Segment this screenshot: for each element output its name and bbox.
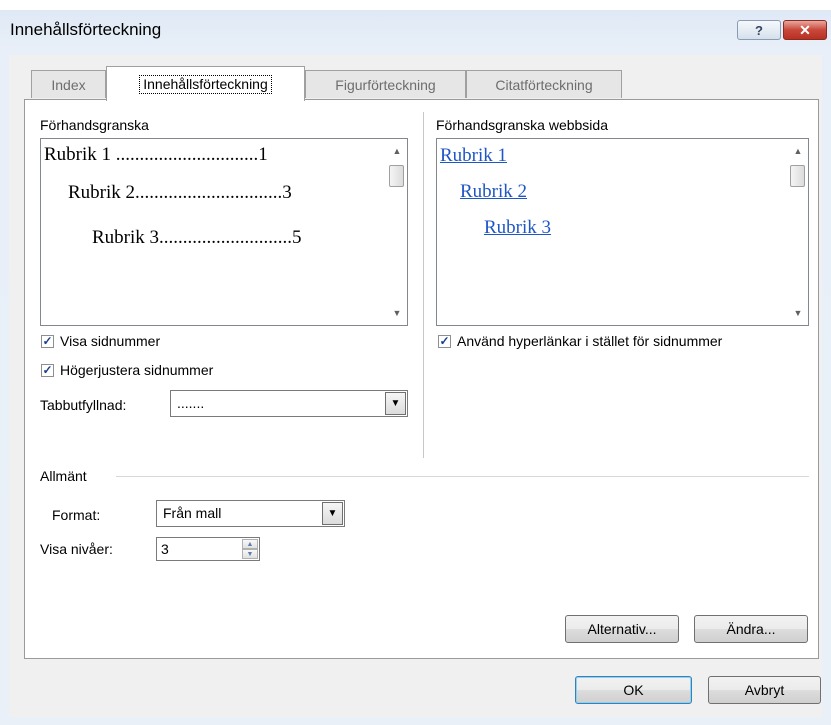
scroll-thumb[interactable] xyxy=(389,165,404,187)
options-button[interactable]: Alternativ... xyxy=(565,615,679,643)
format-label: Format: xyxy=(52,507,101,523)
cancel-button-label: Avbryt xyxy=(744,682,785,698)
tab-leader-select[interactable]: ....... ▼ xyxy=(170,390,408,417)
chevron-down-icon[interactable]: ▼ xyxy=(385,392,406,415)
dialog-title: Innehållsförteckning xyxy=(10,20,162,39)
modify-button[interactable]: Ändra... xyxy=(694,615,808,643)
use-hyperlinks-label: Använd hyperlänkar i stället för sidnumm… xyxy=(457,333,723,349)
chevron-down-icon[interactable]: ▼ xyxy=(322,502,343,525)
tab-table-of-authorities[interactable]: Citatförteckning xyxy=(466,70,622,98)
spin-down-icon[interactable]: ▼ xyxy=(242,549,258,559)
tab-label: Figurförteckning xyxy=(335,76,436,93)
scroll-up-icon[interactable]: ▲ xyxy=(788,143,808,159)
right-align-checkbox[interactable]: ✓ xyxy=(41,364,54,377)
toc-entry-level-1: Rubrik 1 ..............................1 xyxy=(44,144,268,165)
web-link-level-3[interactable]: Rubrik 3 xyxy=(484,217,551,239)
show-page-numbers-label: Visa sidnummer xyxy=(60,333,161,349)
levels-label: Visa nivåer: xyxy=(40,541,113,557)
checkmark-icon: ✓ xyxy=(42,363,53,377)
use-hyperlinks-checkbox[interactable]: ✓ xyxy=(438,335,451,348)
scroll-up-icon[interactable]: ▲ xyxy=(387,143,407,159)
toc-entry-level-2: Rubrik 2...............................3 xyxy=(68,182,292,203)
web-link-level-1[interactable]: Rubrik 1 xyxy=(440,145,507,167)
tab-table-of-contents[interactable]: Innehållsförteckning xyxy=(106,66,305,101)
format-select[interactable]: Från mall ▼ xyxy=(156,500,345,527)
modify-button-label: Ändra... xyxy=(726,621,776,637)
close-icon: ✕ xyxy=(799,21,811,38)
spin-up-icon[interactable]: ▲ xyxy=(242,539,258,549)
levels-value: 3 xyxy=(161,541,169,557)
cancel-button[interactable]: Avbryt xyxy=(708,676,821,704)
levels-spinner[interactable]: 3 ▲ ▼ xyxy=(156,537,260,561)
help-button[interactable]: ? xyxy=(737,20,781,40)
tab-table-of-figures[interactable]: Figurförteckning xyxy=(305,70,466,98)
ok-button[interactable]: OK xyxy=(575,676,692,704)
tab-label: Innehållsförteckning xyxy=(139,74,272,94)
scroll-down-icon[interactable]: ▼ xyxy=(387,305,407,321)
vertical-divider xyxy=(423,112,424,458)
web-preview-box[interactable]: Rubrik 1 Rubrik 2 Rubrik 3 ▲ ▼ xyxy=(436,138,809,326)
scroll-down-icon[interactable]: ▼ xyxy=(788,305,808,321)
web-preview-label: Förhandsgranska webbsida xyxy=(436,117,608,133)
close-button[interactable]: ✕ xyxy=(783,20,827,40)
show-page-numbers-checkbox[interactable]: ✓ xyxy=(41,335,54,348)
checkmark-icon: ✓ xyxy=(42,334,53,348)
print-preview-box[interactable]: Rubrik 1 ..............................1… xyxy=(40,138,408,326)
tab-leader-label: Tabbutfyllnad: xyxy=(40,397,127,413)
print-preview-label: Förhandsgranska xyxy=(40,117,149,133)
group-divider xyxy=(116,476,809,477)
options-button-label: Alternativ... xyxy=(587,621,657,637)
format-value: Från mall xyxy=(163,505,222,521)
print-preview-scrollbar[interactable]: ▲ ▼ xyxy=(386,139,407,325)
web-link-level-2[interactable]: Rubrik 2 xyxy=(460,181,527,203)
right-align-label: Högerjustera sidnummer xyxy=(60,362,214,378)
tab-leader-value: ....... xyxy=(177,395,205,411)
ok-button-label: OK xyxy=(623,682,644,698)
checkmark-icon: ✓ xyxy=(439,334,450,348)
tab-label: Index xyxy=(51,76,86,93)
general-group-label: Allmänt xyxy=(40,468,87,484)
toc-entry-level-3: Rubrik 3............................5 xyxy=(92,227,302,248)
web-preview-scrollbar[interactable]: ▲ ▼ xyxy=(787,139,808,325)
scroll-thumb[interactable] xyxy=(790,165,805,187)
tab-index[interactable]: Index xyxy=(31,70,106,98)
help-icon: ? xyxy=(755,22,763,38)
tab-label: Citatförteckning xyxy=(495,76,593,93)
